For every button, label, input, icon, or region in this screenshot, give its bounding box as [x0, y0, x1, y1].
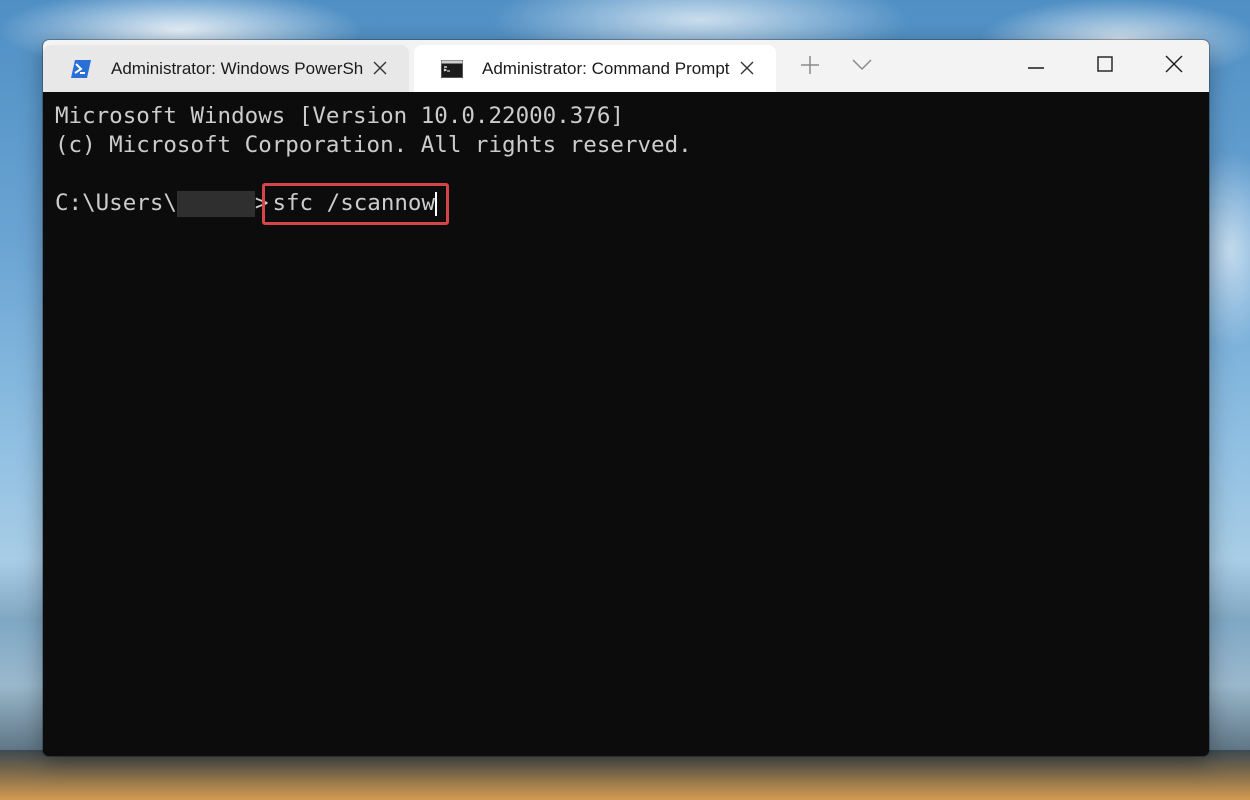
tab-command-prompt[interactable]: Administrator: Command Prompt [414, 45, 776, 92]
close-tab-icon[interactable] [369, 57, 391, 79]
tab-title: Administrator: Command Prompt [482, 58, 730, 78]
version-line: Microsoft Windows [Version 10.0.22000.37… [55, 103, 624, 129]
plus-icon [800, 55, 820, 80]
redacted-username [176, 190, 255, 217]
windows-terminal-window: Administrator: Windows PowerShell Admini… [43, 40, 1209, 756]
minimize-button[interactable] [1001, 40, 1071, 92]
close-window-button[interactable] [1139, 40, 1209, 92]
close-icon [1165, 55, 1183, 78]
maximize-button[interactable] [1070, 40, 1140, 92]
command-text: sfc /scannow [272, 190, 436, 216]
prompt-path: C:\Users\ [55, 190, 177, 216]
terminal-output[interactable]: Microsoft Windows [Version 10.0.22000.37… [43, 92, 1209, 756]
title-bar[interactable]: Administrator: Windows PowerShell Admini… [43, 40, 1209, 92]
command-prompt-icon [440, 57, 464, 81]
tab-title: Administrator: Windows PowerShell [111, 58, 363, 78]
minimize-icon [1027, 57, 1045, 75]
tab-dropdown-button[interactable] [847, 52, 877, 82]
wallpaper-ground [0, 750, 1250, 800]
close-tab-icon[interactable] [736, 57, 758, 79]
tab-powershell[interactable]: Administrator: Windows PowerShell [43, 45, 409, 92]
text-cursor [435, 191, 438, 216]
maximize-icon [1097, 55, 1113, 77]
chevron-down-icon [852, 58, 872, 76]
prompt-line[interactable]: C:\Users\ > sfc /scannow [55, 183, 1197, 225]
powershell-icon [69, 57, 93, 81]
copyright-line: (c) Microsoft Corporation. All rights re… [55, 132, 692, 158]
highlighted-command: sfc /scannow [262, 183, 449, 225]
new-tab-button[interactable] [795, 52, 825, 82]
